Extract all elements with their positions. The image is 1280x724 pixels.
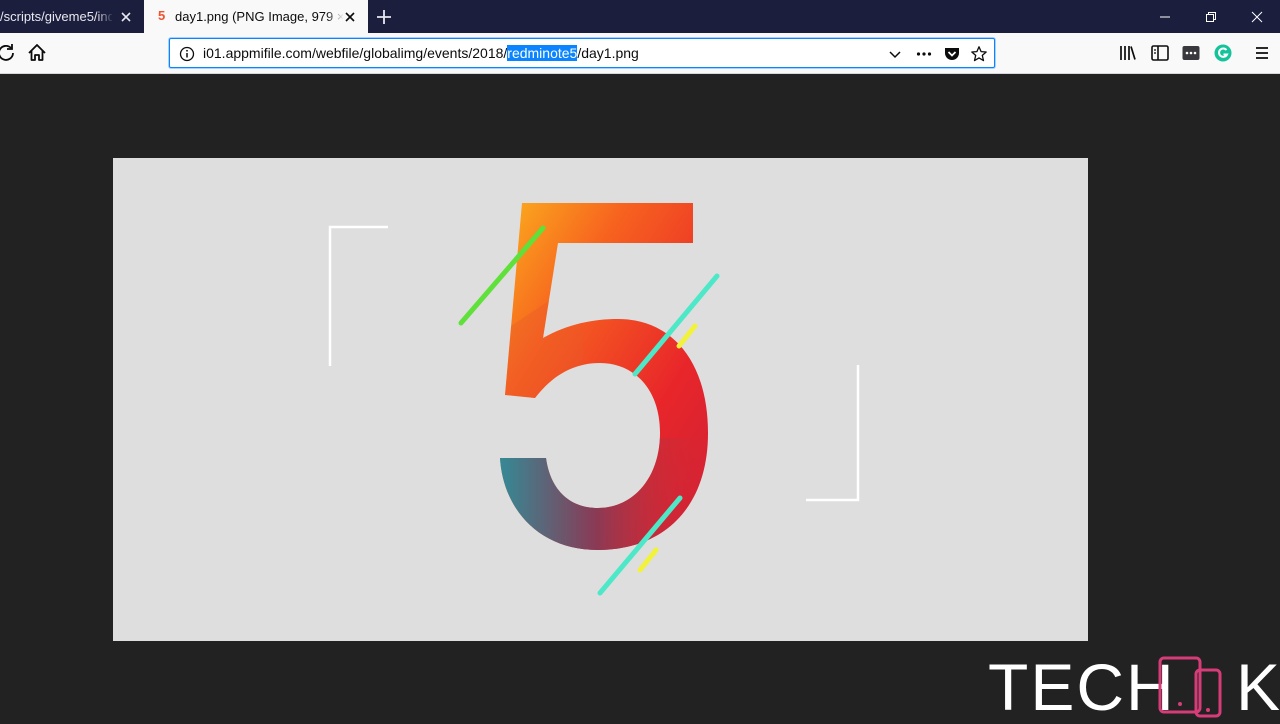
home-button[interactable] — [25, 41, 49, 65]
menu-icon — [1256, 47, 1268, 59]
bracket-bottom-right — [806, 365, 860, 502]
close-tab-icon[interactable] — [118, 9, 134, 25]
extension-icon — [1182, 46, 1200, 60]
library-button[interactable] — [1116, 41, 1140, 65]
info-icon[interactable] — [178, 45, 196, 63]
minimize-button[interactable] — [1142, 0, 1188, 33]
yellow-accent-line-top — [676, 323, 698, 349]
chevron-down-icon[interactable] — [886, 45, 904, 63]
extension-button[interactable] — [1179, 41, 1203, 65]
restore-button[interactable] — [1188, 0, 1234, 33]
minimize-icon — [1160, 16, 1170, 18]
favicon-5-icon: 5 — [158, 8, 166, 23]
tab-title: day1.png (PNG Image, 979 × 485 pixels) — [175, 9, 343, 24]
displayed-image[interactable] — [113, 158, 1088, 641]
star-icon[interactable] — [970, 45, 988, 63]
image-viewer: TECH K — [0, 74, 1280, 720]
new-tab-button[interactable] — [374, 7, 394, 27]
reload-button[interactable] — [0, 41, 18, 65]
redmi-note-5-artwork — [328, 203, 860, 596]
five-glyph — [500, 203, 708, 550]
devices-logo-icon — [1158, 656, 1222, 718]
close-window-button[interactable] — [1234, 0, 1280, 33]
tab-day1-png[interactable]: 5 day1.png (PNG Image, 979 × 485 pixels) — [144, 0, 368, 33]
page-actions-icon[interactable] — [915, 45, 933, 63]
navigation-toolbar: i01.appmifile.com/webfile/globalimg/even… — [0, 33, 1280, 74]
tab-title-fade — [96, 0, 114, 33]
url-suffix: /day1.png — [577, 45, 639, 61]
sidebar-icon — [1151, 45, 1169, 61]
url-selection: redminote5 — [507, 45, 578, 61]
tab-strip: /scripts/giveme5/index 5 day1.png (PNG I… — [0, 0, 1280, 33]
url-bar[interactable]: i01.appmifile.com/webfile/globalimg/even… — [169, 38, 995, 68]
url-prefix: i01.appmifile.com/webfile/globalimg/even… — [203, 45, 508, 61]
home-icon — [28, 44, 46, 61]
sidebar-button[interactable] — [1148, 41, 1172, 65]
restore-icon — [1206, 12, 1216, 22]
tab-giveme5[interactable]: /scripts/giveme5/index — [0, 0, 144, 33]
grammarly-button[interactable] — [1211, 41, 1235, 65]
grammarly-icon — [1214, 44, 1232, 62]
close-tab-icon[interactable] — [342, 9, 358, 25]
bracket-top-left — [328, 225, 388, 366]
menu-button[interactable] — [1250, 41, 1274, 65]
pocket-icon[interactable] — [943, 45, 961, 63]
close-icon — [1251, 11, 1263, 23]
yellow-accent-line-bottom — [637, 547, 659, 573]
url-text[interactable]: i01.appmifile.com/webfile/globalimg/even… — [203, 45, 639, 62]
plus-icon — [377, 10, 391, 24]
reload-icon — [0, 44, 14, 61]
watermark-text-right: K — [1236, 650, 1280, 724]
library-icon — [1120, 46, 1136, 60]
watermark-text-left: TECH — [988, 650, 1176, 724]
